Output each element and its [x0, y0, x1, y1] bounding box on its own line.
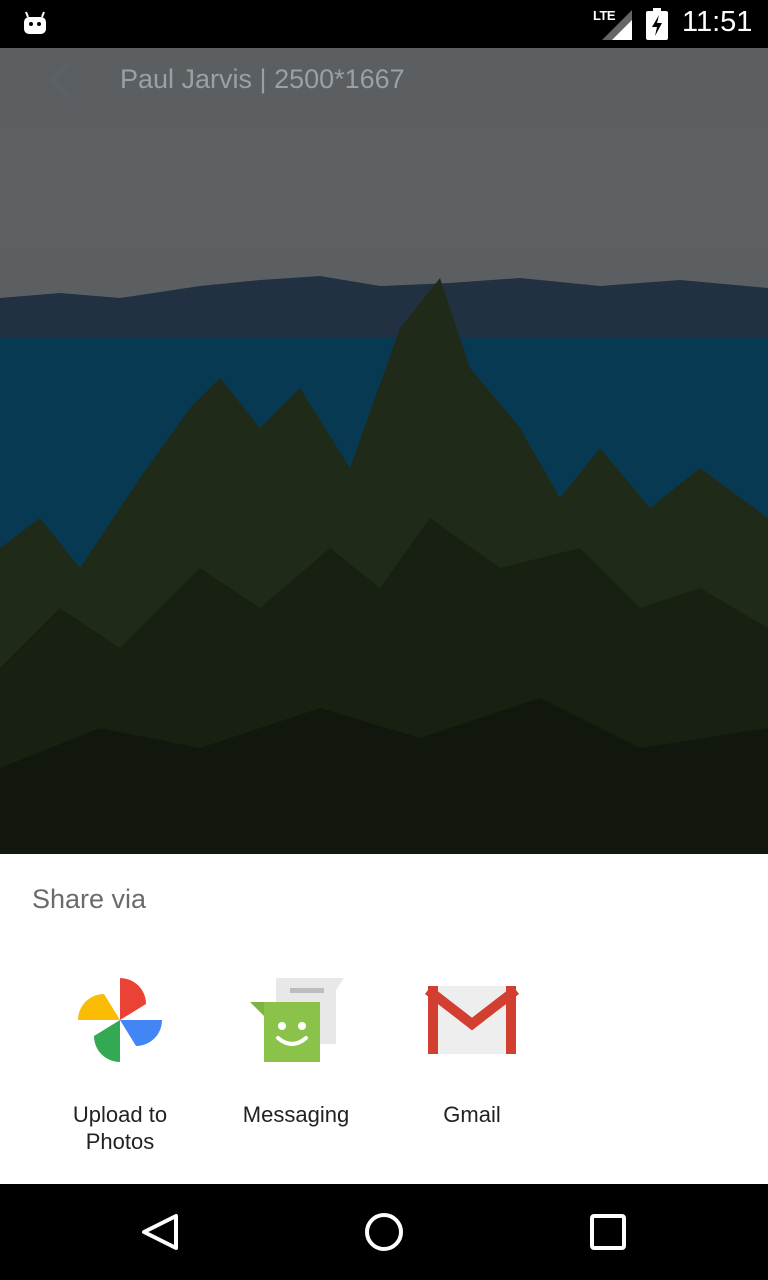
navigation-bar [0, 1184, 768, 1280]
dim-overlay [0, 48, 768, 854]
recents-icon[interactable] [584, 1208, 632, 1256]
messaging-icon [250, 978, 344, 1062]
back-arrow-icon[interactable] [44, 60, 76, 100]
photo-view[interactable] [0, 48, 768, 854]
photo-title: Paul Jarvis | 2500*1667 [120, 64, 405, 94]
share-target-gmail[interactable]: Gmail [384, 972, 560, 1128]
share-target-upload-to-photos[interactable]: Upload to Photos [32, 972, 208, 1155]
gmail-icon [424, 986, 520, 1054]
share-target-label: Upload to Photos [72, 1102, 168, 1154]
back-icon[interactable] [136, 1208, 184, 1256]
signal-icon [602, 10, 632, 40]
share-target-label: Messaging [242, 1102, 350, 1127]
share-target-label: Gmail [443, 1102, 501, 1127]
android-notification-icon [24, 11, 46, 34]
clock: 11:51 [682, 6, 753, 38]
share-sheet-title: Share via [32, 884, 147, 914]
battery-charging-icon [646, 8, 668, 40]
home-icon[interactable] [360, 1208, 408, 1256]
share-target-messaging[interactable]: Messaging [208, 972, 384, 1128]
share-sheet: Share via Upload to Photos Messaging Gma… [0, 854, 768, 1184]
google-photos-icon [78, 978, 162, 1062]
status-bar: LTE 11:51 [0, 0, 768, 48]
